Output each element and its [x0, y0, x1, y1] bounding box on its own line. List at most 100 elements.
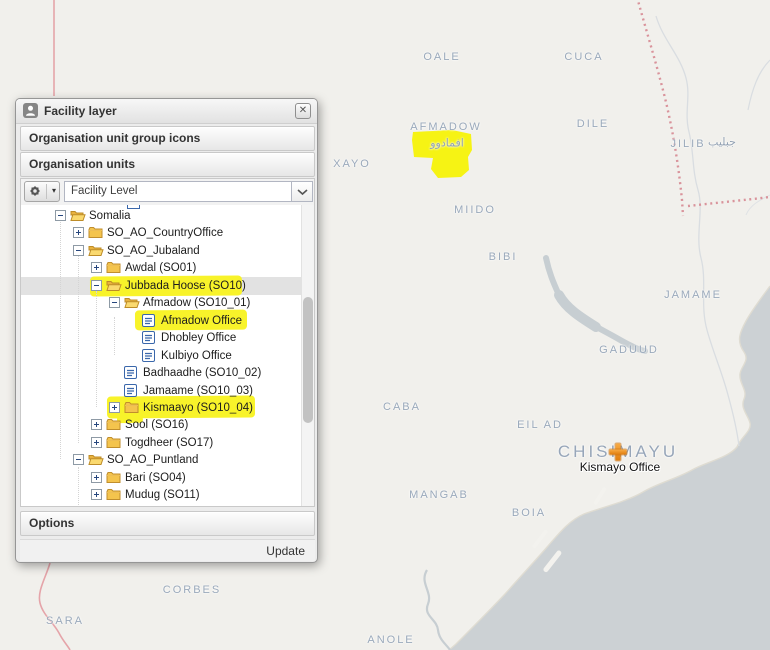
collapse-minus-icon[interactable] [91, 280, 102, 291]
tree-node-somalia[interactable]: Somalia [21, 207, 302, 224]
tree-node-label: SO_AO_Jubaland [107, 244, 200, 258]
org-units-toolbar: ▾ Facility Level [21, 179, 314, 206]
section-header-group-icons[interactable]: Organisation unit group icons [20, 126, 315, 151]
collapse-minus-icon[interactable] [55, 210, 66, 221]
expand-plus-icon[interactable] [91, 419, 102, 430]
collapse-minus-icon[interactable] [73, 454, 84, 465]
tree-node-label: SO_AO_Puntland [107, 453, 198, 467]
tree-node-badhaadhe-so10-02-[interactable]: Badhaadhe (SO10_02) [21, 364, 302, 381]
tree-node-so-ao-countryoffice[interactable]: SO_AO_CountryOffice [21, 224, 302, 241]
tree-node-afmadow-office[interactable]: Afmadow Office [21, 312, 302, 329]
folder-icon [106, 261, 121, 274]
org-unit-leaf-icon [142, 331, 155, 344]
tree-node-so-ao-puntland[interactable]: SO_AO_Puntland [21, 451, 302, 468]
tree-node-nugaal-so12-[interactable]: Nugaal (SO12) [21, 504, 302, 506]
settings-split-button[interactable]: ▾ [24, 181, 60, 202]
tree-node-jamaame-so10-03-[interactable]: Jamaame (SO10_03) [21, 382, 302, 399]
river-anole [424, 570, 450, 650]
update-button[interactable]: Update [266, 540, 305, 562]
org-units-panel: ▾ Facility Level [20, 178, 315, 507]
expand-plus-icon[interactable] [91, 489, 102, 500]
person-icon [23, 103, 38, 121]
section-header-org-units[interactable]: Organisation units [20, 152, 315, 177]
close-icon[interactable]: ✕ [295, 103, 311, 119]
tree-node-label: Afmadow (SO10_01) [143, 296, 250, 310]
app-screenshot: OALECUCADILEAFMADOWافمادووJILIBجبليبXAYO… [0, 0, 770, 650]
tree-node-bari-so04-[interactable]: Bari (SO04) [21, 469, 302, 486]
org-unit-leaf-icon [124, 384, 137, 397]
map-label: افمادوو [430, 137, 464, 150]
folder-icon [106, 436, 121, 449]
kismayo-office-marker[interactable] [610, 444, 627, 461]
org-unit-leaf-icon [124, 366, 137, 379]
tree-node-mudug-so11-[interactable]: Mudug (SO11) [21, 486, 302, 503]
dialog-titlebar[interactable]: Facility layer ✕ [16, 99, 317, 124]
scrollbar-thumb[interactable] [303, 297, 313, 423]
map-label: GADUUD [599, 344, 659, 356]
tree-node-label: Sool (SO16) [125, 418, 188, 432]
tree-node-label: Togdheer (SO17) [125, 436, 213, 450]
button-separator [46, 184, 47, 199]
map-label: CORBES [163, 584, 221, 596]
chevron-down-icon: ▾ [52, 186, 56, 195]
tree-node-sool-so16-[interactable]: Sool (SO16) [21, 416, 302, 433]
expand-plus-icon[interactable] [73, 227, 84, 238]
map-label: MANGAB [409, 489, 469, 501]
expand-plus-icon[interactable] [91, 472, 102, 483]
tree-node-label: Jamaame (SO10_03) [143, 384, 253, 398]
section-header-options[interactable]: Options [20, 511, 315, 536]
tree-node-jubbada-hoose-so10-[interactable]: Jubbada Hoose (SO10) [21, 277, 302, 294]
tree-node-label: Afmadow Office [161, 314, 242, 328]
expand-plus-icon[interactable] [91, 437, 102, 448]
folder-icon [106, 488, 121, 501]
map-label: EIL AD [517, 419, 563, 431]
folder-icon [106, 471, 121, 484]
facility-level-combobox[interactable]: Facility Level [64, 181, 291, 202]
river-juba [656, 16, 739, 446]
map-label: DILE [577, 118, 609, 130]
tree-node-kulbiyo-office[interactable]: Kulbiyo Office [21, 347, 302, 364]
map-label: JAMAME [664, 289, 722, 301]
map-label: BIBI [489, 251, 518, 263]
marker-bar [610, 450, 627, 455]
tree-node-label: Kismaayo (SO10_04) [143, 401, 253, 415]
expand-plus-icon[interactable] [91, 262, 102, 273]
tree-node-label: Jubbada Hoose (SO10) [125, 279, 246, 293]
expand-plus-icon[interactable] [109, 402, 120, 413]
tree-node-dhobley-office[interactable]: Dhobley Office [21, 329, 302, 346]
wetland [559, 295, 596, 327]
map-label: ANOLE [367, 634, 414, 646]
dialog-footer: Update [20, 539, 315, 561]
boundary-solid [39, 563, 70, 650]
tree-node-label: Awdal (SO01) [125, 261, 196, 275]
islet [593, 486, 607, 505]
map-label: CUCA [564, 51, 603, 63]
collapse-minus-icon[interactable] [109, 297, 120, 308]
map-label: AFMADOW [410, 121, 481, 133]
tree-node-label: Mudug (SO11) [125, 488, 200, 502]
tree-node-awdal-so01-[interactable]: Awdal (SO01) [21, 259, 302, 276]
dialog-title: Facility layer [44, 104, 117, 118]
tree-scrollbar[interactable] [301, 205, 314, 506]
map-label: XAYO [333, 158, 371, 170]
folder-icon [124, 401, 139, 414]
facility-layer-dialog: Facility layer ✕ Organisation unit group… [15, 98, 318, 563]
tree-node-kismaayo-so10-04-[interactable]: Kismaayo (SO10_04) [21, 399, 302, 416]
tree-node-so-ao-jubaland[interactable]: SO_AO_Jubaland [21, 242, 302, 259]
combobox-trigger[interactable] [291, 181, 313, 202]
tree-node-label: Kulbiyo Office [161, 349, 232, 363]
folder-open-icon [106, 279, 122, 292]
tree-node-afmadow-so10-01-[interactable]: Afmadow (SO10_01) [21, 294, 302, 311]
map-label: JILIB [670, 138, 705, 150]
boundary-dotted [637, 0, 683, 216]
folder-icon [88, 226, 103, 239]
map-label: Kismayo Office [580, 460, 660, 474]
tree-node-togdheer-so17-[interactable]: Togdheer (SO17) [21, 434, 302, 451]
folder-open-icon [88, 244, 104, 257]
folder-open-icon [124, 296, 140, 309]
tree-node-label: Somalia [89, 209, 131, 223]
tree-node-label: Dhobley Office [161, 331, 236, 345]
org-unit-leaf-icon [142, 349, 155, 362]
collapse-minus-icon[interactable] [73, 245, 84, 256]
org-unit-tree: SomaliaSO_AO_CountryOffice SO_AO_Jubaland… [21, 205, 314, 506]
